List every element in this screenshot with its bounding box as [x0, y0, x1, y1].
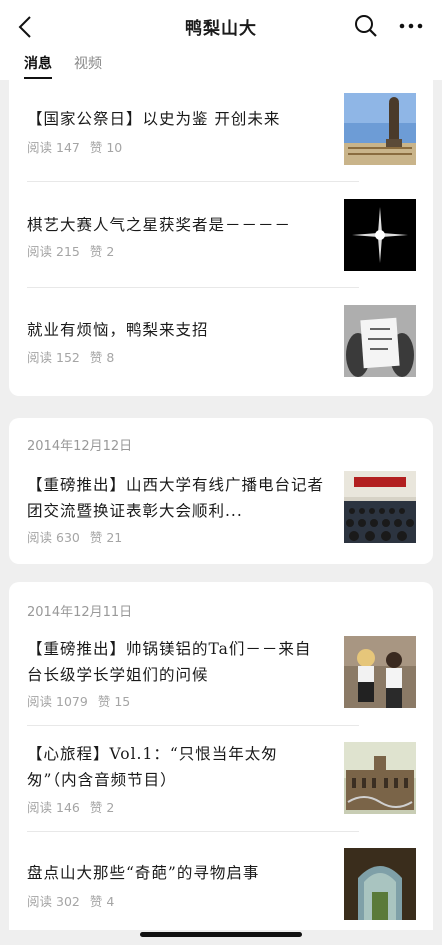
article-item[interactable]: 就业有烦恼，鸭梨来支招 阅读 152 赞 8 — [9, 292, 433, 396]
read-count: 630 — [56, 530, 80, 545]
article-stats: 阅读 215 赞 2 — [27, 241, 114, 260]
top-bar: 鸭梨山大 消息 视频 — [0, 0, 442, 80]
more-icon[interactable] — [394, 12, 428, 40]
article-stats: 阅读 152 赞 8 — [27, 347, 114, 366]
article-stats: 阅读 302 赞 4 — [27, 891, 114, 910]
read-count: 215 — [56, 244, 80, 259]
article-title: 【心旅程】Vol.1：“只恨当年太匆匆”（内含音频节目） — [27, 745, 278, 789]
read-label: 阅读 — [27, 894, 53, 909]
article-stats: 阅读 147 赞 10 — [27, 137, 122, 156]
article-item[interactable]: 【重磅推出】帅锅镁铝的Ta们－－来自台长级学长学姐们的问候 阅读 1079 赞 … — [9, 622, 433, 728]
article-stats: 阅读 1079 赞 15 — [27, 691, 130, 710]
article-group-card: 2014年12月11日 【重磅推出】帅锅镁铝的Ta们－－来自台长级学长学姐们的问… — [9, 582, 433, 930]
like-label: 赞 — [89, 350, 103, 365]
group-date: 2014年12月11日 — [27, 605, 133, 620]
read-count: 1079 — [56, 694, 88, 709]
read-label: 阅读 — [27, 800, 53, 815]
read-label: 阅读 — [27, 694, 53, 709]
divider — [27, 831, 359, 832]
read-count: 152 — [56, 350, 80, 365]
article-item[interactable]: 【国家公祭日】以史为鉴 开创未来 阅读 147 赞 10 — [9, 80, 433, 186]
article-group-card: 2014年12月12日 【重磅推出】山西大学有线广播电台记者团交流暨换证表彰大会… — [9, 418, 433, 564]
article-item[interactable]: 【重磅推出】山西大学有线广播电台记者团交流暨换证表彰大会顺利... 阅读 630… — [9, 458, 433, 564]
like-label: 赞 — [89, 244, 103, 259]
like-label: 赞 — [89, 894, 103, 909]
group-date: 2014年12月12日 — [27, 439, 133, 454]
read-label: 阅读 — [27, 530, 53, 545]
article-item[interactable]: 【心旅程】Vol.1：“只恨当年太匆匆”（内含音频节目） 阅读 146 赞 2 — [9, 729, 433, 835]
like-label: 赞 — [89, 140, 103, 155]
home-indicator[interactable] — [140, 932, 302, 937]
article-title: 【重磅推出】山西大学有线广播电台记者团交流暨换证表彰大会顺利... — [27, 476, 325, 520]
search-icon[interactable] — [352, 12, 380, 40]
like-count: 15 — [114, 694, 131, 709]
tab-bar: 消息 视频 — [24, 53, 102, 79]
article-stats: 阅读 630 赞 21 — [27, 527, 122, 546]
like-count: 4 — [106, 894, 115, 909]
read-count: 302 — [56, 894, 80, 909]
like-label: 赞 — [89, 800, 103, 815]
tab-messages[interactable]: 消息 — [24, 53, 52, 79]
statue-image — [344, 93, 416, 165]
article-stats: 阅读 146 赞 2 — [27, 797, 114, 816]
building-image — [344, 742, 416, 814]
auditorium-image — [344, 471, 416, 543]
article-item[interactable]: 棋艺大赛人气之星获奖者是－－－－ 阅读 215 赞 2 — [9, 186, 433, 292]
article-title: 就业有烦恼，鸭梨来支招 — [27, 321, 209, 339]
article-title: 【重磅推出】帅锅镁铝的Ta们－－来自台长级学长学姐们的问候 — [27, 640, 312, 684]
like-count: 21 — [106, 530, 123, 545]
divider — [27, 725, 359, 726]
divider — [27, 181, 359, 182]
like-count: 2 — [106, 800, 115, 815]
tunnel-image — [344, 848, 416, 920]
like-count: 2 — [106, 244, 115, 259]
group-photo-image — [344, 636, 416, 708]
like-count: 10 — [106, 140, 123, 155]
read-label: 阅读 — [27, 140, 53, 155]
tab-videos[interactable]: 视频 — [74, 53, 102, 79]
read-label: 阅读 — [27, 350, 53, 365]
article-title: 盘点山大那些“奇葩”的寻物启事 — [27, 864, 260, 882]
article-group-card: 【国家公祭日】以史为鉴 开创未来 阅读 147 赞 10 棋艺大赛人气之星获奖者… — [9, 80, 433, 396]
article-title: 【国家公祭日】以史为鉴 开创未来 — [27, 110, 281, 128]
article-title: 棋艺大赛人气之星获奖者是－－－－ — [27, 216, 292, 234]
divider — [27, 287, 359, 288]
read-count: 147 — [56, 140, 80, 155]
paper-sign-image — [344, 305, 416, 377]
like-count: 8 — [106, 350, 115, 365]
like-label: 赞 — [97, 694, 111, 709]
read-count: 146 — [56, 800, 80, 815]
like-label: 赞 — [89, 530, 103, 545]
sparkle-image — [344, 199, 416, 271]
read-label: 阅读 — [27, 244, 53, 259]
article-item[interactable]: 盘点山大那些“奇葩”的寻物启事 阅读 302 赞 4 — [9, 835, 433, 930]
